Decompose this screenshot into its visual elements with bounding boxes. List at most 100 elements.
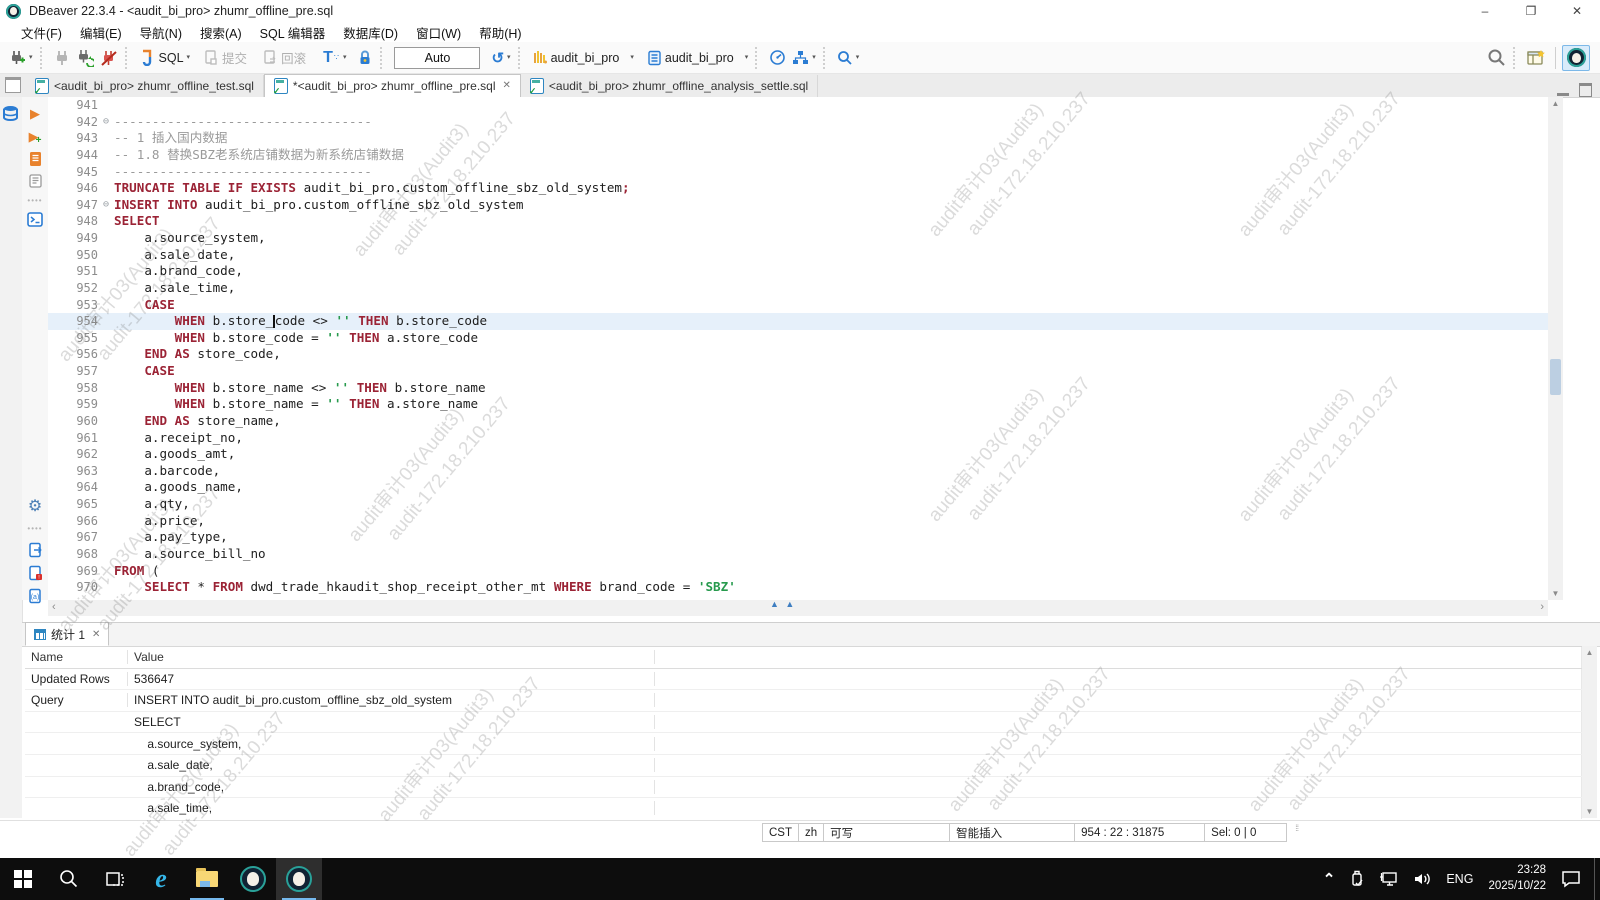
editor-tab-1[interactable]: ✓*<audit_bi_pro> zhumr_offline_pre.sql✕	[264, 74, 521, 98]
editor-line[interactable]: 958 WHEN b.store_name <> '' THEN b.store…	[48, 380, 1548, 397]
status-caret-position[interactable]: 954 : 22 : 31875	[1075, 823, 1205, 842]
editor-hscrollbar[interactable]: ‹ ›	[48, 600, 1548, 616]
menu-item-3[interactable]: 搜索(A)	[191, 21, 251, 44]
editor-line[interactable]: 969FROM (	[48, 563, 1548, 580]
table-row[interactable]: Updated Rows536647	[25, 669, 1582, 691]
editor-tab-2[interactable]: ✓<audit_bi_pro> zhumr_offline_analysis_s…	[521, 75, 818, 97]
scroll-up-icon[interactable]: ▲	[1582, 648, 1597, 657]
fold-collapse-icon[interactable]: ⊖	[98, 197, 114, 214]
export-result-button[interactable]	[26, 541, 44, 559]
editor-line[interactable]: 965 a.qty,	[48, 496, 1548, 513]
show-desktop-button[interactable]	[1594, 858, 1600, 900]
tray-chevron-icon[interactable]: ⌃	[1323, 870, 1336, 888]
commit-button[interactable]: 提交	[203, 48, 247, 67]
column-header-value[interactable]: Value	[128, 650, 655, 664]
editor-line[interactable]: 951 a.brand_code,	[48, 263, 1548, 280]
splitter-restore-buttons[interactable]: ▲ ▲	[770, 599, 796, 609]
chevron-down-icon[interactable]: ▾	[343, 54, 347, 61]
word-wrap-button[interactable]: (a)	[26, 587, 44, 605]
table-row[interactable]: SELECT	[25, 712, 1582, 734]
scroll-down-icon[interactable]: ▼	[1582, 807, 1597, 816]
table-row[interactable]: a.brand_code,	[25, 777, 1582, 799]
editor-line[interactable]: 953 CASE	[48, 297, 1548, 314]
chevron-down-icon[interactable]: ▾	[812, 54, 816, 61]
schema-selector[interactable]: audit_bi_pro ▾	[647, 50, 748, 66]
taskbar-clock[interactable]: 23:28 2025/10/22	[1488, 863, 1546, 894]
restore-panel-icon[interactable]	[5, 77, 21, 93]
editor-line[interactable]: 963 a.barcode,	[48, 463, 1548, 480]
editor-line[interactable]: 952 a.sale_time,	[48, 280, 1548, 297]
statistics-tab[interactable]: 统计 1 ✕	[25, 622, 109, 646]
action-center-icon[interactable]	[1561, 870, 1581, 888]
close-icon[interactable]: ✕	[503, 80, 511, 91]
editor-line[interactable]: 945----------------------------------	[48, 164, 1548, 181]
statistics-table[interactable]: NameValueUpdated Rows536647QueryINSERT I…	[25, 647, 1582, 819]
taskbar-search-button[interactable]	[46, 858, 92, 900]
editor-line[interactable]: 942⊖----------------------------------	[48, 114, 1548, 131]
close-icon[interactable]: ✕	[92, 629, 100, 640]
disconnect-button[interactable]	[100, 49, 118, 67]
new-connection-button[interactable]: ▾	[8, 49, 33, 67]
show-problems-button[interactable]: !	[26, 564, 44, 582]
scroll-left-icon[interactable]: ‹	[52, 601, 56, 613]
editor-line[interactable]: 947⊖INSERT INTO audit_bi_pro.custom_offl…	[48, 197, 1548, 214]
editor-line[interactable]: 967 a.pay_type,	[48, 529, 1548, 546]
scroll-down-icon[interactable]: ▼	[1548, 589, 1563, 598]
commit-mode-combo[interactable]: Auto	[394, 47, 480, 69]
search-button[interactable]: ▾	[837, 50, 860, 66]
volume-icon[interactable]	[1413, 871, 1432, 887]
menu-item-5[interactable]: 数据库(D)	[334, 21, 407, 44]
file-explorer-button[interactable]	[184, 858, 230, 900]
editor-line[interactable]: 943-- 1 插入国内数据	[48, 130, 1548, 147]
transaction-log-button[interactable]: ↺ ▾	[491, 49, 510, 67]
results-vscrollbar[interactable]: ▲ ▼	[1582, 646, 1597, 818]
connection-selector[interactable]: audit_bi_pro ▾	[532, 50, 634, 66]
transaction-mode-button[interactable]: T ∵ ▾	[323, 49, 346, 67]
editor-line[interactable]: 950 a.sale_date,	[48, 247, 1548, 264]
editor-line[interactable]: 970 SELECT * FROM dwd_trade_hkaudit_shop…	[48, 579, 1548, 596]
menu-item-2[interactable]: 导航(N)	[131, 21, 191, 44]
dbeaver-taskbar-button[interactable]	[230, 858, 276, 900]
editor-line[interactable]: 954 WHEN b.store_code <> '' THEN b.store…	[48, 313, 1548, 330]
chevron-down-icon[interactable]: ▾	[507, 54, 511, 61]
editor-line[interactable]: 955 WHEN b.store_code = '' THEN a.store_…	[48, 330, 1548, 347]
column-header-name[interactable]: Name	[25, 650, 128, 664]
network-topology-button[interactable]: ▾	[792, 50, 816, 66]
menu-item-7[interactable]: 帮助(H)	[470, 21, 530, 44]
input-language[interactable]: ENG	[1446, 872, 1473, 886]
connect-button[interactable]	[54, 49, 70, 67]
editor-line[interactable]: 968 a.source_bill_no	[48, 546, 1548, 563]
explain-plan-button[interactable]	[26, 172, 44, 190]
editor-line[interactable]: 966 a.price,	[48, 513, 1548, 530]
rollback-button[interactable]: 回滚	[262, 48, 306, 67]
dashboard-button[interactable]	[769, 49, 786, 66]
task-view-button[interactable]	[92, 858, 138, 900]
chevron-down-icon[interactable]: ▾	[29, 54, 33, 61]
database-navigator-icon[interactable]	[2, 105, 19, 122]
execute-script-button[interactable]	[26, 150, 44, 168]
minimize-button[interactable]: –	[1462, 0, 1508, 22]
start-button[interactable]	[0, 858, 46, 900]
open-perspective-button[interactable]	[1527, 49, 1546, 66]
table-row[interactable]: a.source_system,	[25, 733, 1582, 755]
internet-explorer-button[interactable]: e	[138, 858, 184, 900]
minimize-editor-icon[interactable]	[1557, 93, 1569, 96]
editor-line[interactable]: 961 a.receipt_no,	[48, 430, 1548, 447]
editor-line[interactable]: 964 a.goods_name,	[48, 479, 1548, 496]
quick-search-button[interactable]	[1487, 48, 1506, 67]
chevron-down-icon[interactable]: ▾	[745, 54, 749, 61]
execute-statement-button[interactable]: ▶	[26, 105, 44, 123]
close-button[interactable]: ✕	[1554, 0, 1600, 22]
editor-line[interactable]: 944-- 1.8 替换SBZ老系统店铺数据为新系统店铺数据	[48, 147, 1548, 164]
chevron-down-icon[interactable]: ▾	[856, 54, 860, 61]
editor-line[interactable]: 949 a.source_system,	[48, 230, 1548, 247]
scroll-right-icon[interactable]: ›	[1540, 601, 1544, 613]
scrollbar-thumb[interactable]	[1550, 359, 1561, 395]
execute-in-new-tab-button[interactable]: ▶+	[26, 128, 44, 146]
editor-line[interactable]: 956 END AS store_code,	[48, 346, 1548, 363]
editor-line[interactable]: 957 CASE	[48, 363, 1548, 380]
editor-line[interactable]: 941	[48, 97, 1548, 114]
table-row[interactable]: a.sale_time,	[25, 798, 1582, 819]
menu-item-4[interactable]: SQL 编辑器	[251, 21, 335, 44]
reconnect-button[interactable]	[76, 49, 94, 67]
